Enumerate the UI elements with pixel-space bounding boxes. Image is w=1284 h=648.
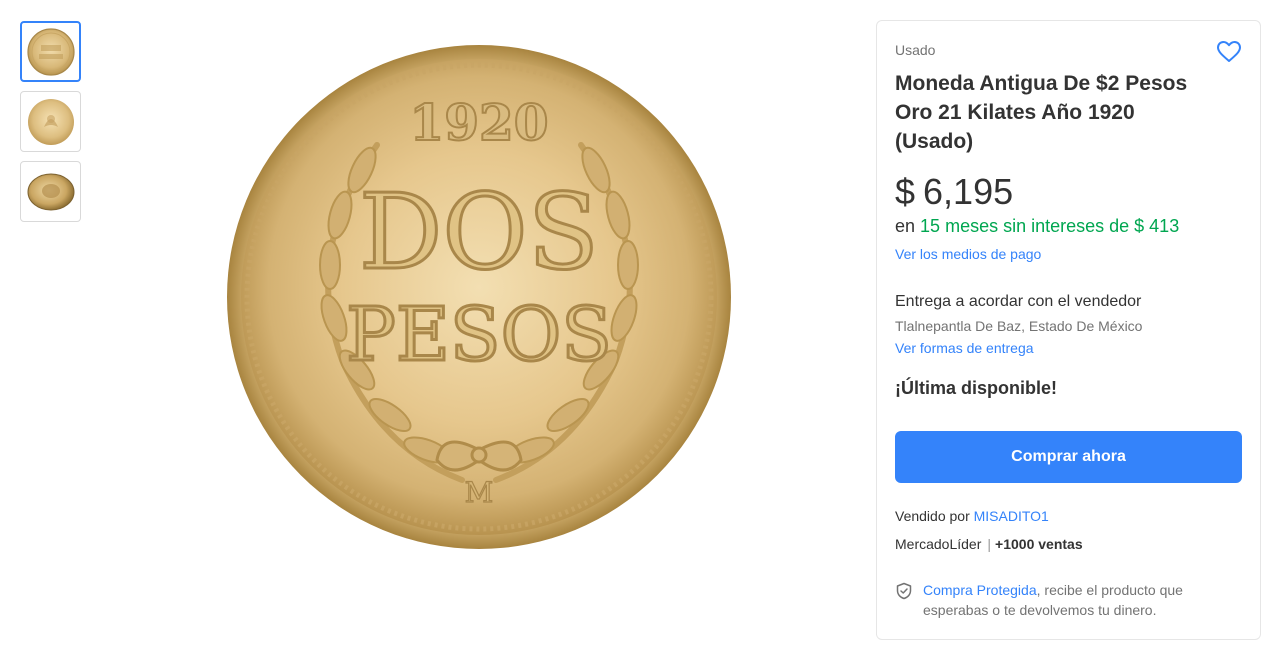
coin-thumbnail-image xyxy=(27,98,74,145)
protected-purchase-link[interactable]: Compra Protegida xyxy=(923,582,1037,598)
product-title: Moneda Antigua De $2 Pesos Oro 21 Kilate… xyxy=(895,72,1188,153)
purchase-protection: Compra Protegida, recibe el producto que… xyxy=(895,580,1240,620)
heart-icon[interactable] xyxy=(1216,39,1242,65)
installments-prefix: en xyxy=(895,216,916,236)
shield-check-icon xyxy=(896,582,912,600)
thumbnail-list xyxy=(20,21,81,231)
delivery-location: Tlalnepantla De Baz, Estado De México xyxy=(895,318,1143,334)
seller-prefix: Vendido por xyxy=(895,508,970,524)
price-amount: 6,195 xyxy=(923,171,1014,212)
installments: en 15 meses sin intereses de $ 413 xyxy=(895,216,1179,237)
seller-name-link[interactable]: MISADITO1 xyxy=(974,508,1049,524)
seller-reputation: MercadoLíder | +1000 ventas xyxy=(895,536,1083,552)
coin-thumbnail-image xyxy=(26,27,75,76)
payment-methods-link[interactable]: Ver los medios de pago xyxy=(895,246,1041,262)
coin-denomination-line2: PESOS xyxy=(346,292,612,378)
condition-label: Usado xyxy=(895,42,936,58)
coin-mint-mark: M xyxy=(465,476,494,509)
delivery-options-link[interactable]: Ver formas de entrega xyxy=(895,340,1034,356)
coin-year: 1920 xyxy=(409,93,548,152)
thumbnail-3[interactable] xyxy=(20,161,81,222)
seller-info: Vendido por MISADITO1 xyxy=(895,508,1049,524)
seller-sales: +1000 ventas xyxy=(995,536,1083,552)
separator: | xyxy=(987,536,992,552)
seller-badge: MercadoLíder xyxy=(895,536,982,552)
buy-box: Usado Moneda Antigua De $2 Pesos Oro 21 … xyxy=(876,20,1261,640)
thumbnail-1[interactable] xyxy=(20,21,81,82)
price-currency: $ xyxy=(895,171,916,212)
installments-highlight: 15 meses sin intereses de $ 413 xyxy=(920,216,1180,236)
product-main-image[interactable]: 1920 DOS PESOS M xyxy=(222,40,736,554)
coin-denomination-line1: DOS xyxy=(359,171,599,293)
product-page: 1920 DOS PESOS M Usado Moneda Antigua De… xyxy=(0,0,1284,648)
buy-now-button[interactable]: Comprar ahora xyxy=(895,431,1242,483)
coin-thumbnail-image xyxy=(27,173,74,210)
price: $6,195 xyxy=(895,171,1013,213)
protection-text: Compra Protegida, recibe el producto que… xyxy=(923,580,1240,620)
thumbnail-2[interactable] xyxy=(20,91,81,152)
delivery-title: Entrega a acordar con el vendedor xyxy=(895,293,1142,310)
stock-status: ¡Última disponible! xyxy=(895,378,1057,398)
